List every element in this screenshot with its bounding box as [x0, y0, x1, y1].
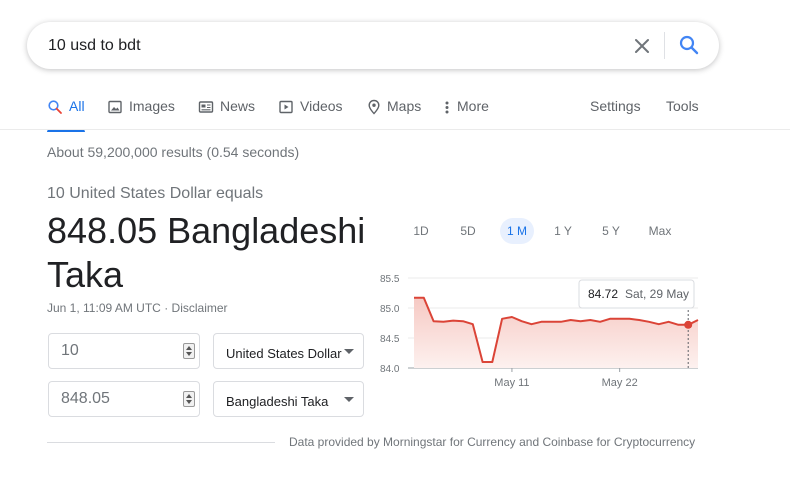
tab-label: All	[69, 98, 85, 114]
conversion-label: 10 United States Dollar equals	[47, 185, 264, 202]
chart-tooltip: 84.72 Sat, 29 May	[578, 279, 695, 309]
range-max[interactable]: Max	[644, 218, 676, 244]
y-tick-label: 85.5	[380, 274, 400, 285]
search-input[interactable]	[48, 35, 608, 57]
converted-value: 848.05 Bangladeshi Taka	[47, 210, 366, 295]
more-vert-icon	[445, 101, 449, 114]
from-amount-spinner[interactable]	[183, 343, 195, 359]
to-currency-select[interactable]: Bangladeshi Taka	[213, 381, 364, 417]
search-box[interactable]	[27, 22, 719, 69]
map-pin-icon	[368, 99, 380, 115]
y-tick-label: 84.0	[380, 364, 400, 375]
settings-label: Settings	[590, 98, 641, 114]
tooltip-value: 84.72	[588, 287, 618, 301]
from-currency-label: United States Dollar	[226, 346, 342, 361]
news-icon	[198, 101, 214, 113]
search-icon	[48, 100, 62, 114]
from-currency-select[interactable]: United States Dollar	[213, 333, 364, 369]
x-tick-label: May 11	[494, 377, 529, 389]
rate-timestamp: Jun 1, 11:09 AM UTC · Disclaimer	[47, 301, 228, 315]
range-5d[interactable]: 5D	[453, 218, 483, 244]
data-attribution: Data provided by Morningstar for Currenc…	[289, 435, 696, 449]
tab-news[interactable]: News	[198, 98, 255, 130]
close-icon	[635, 39, 649, 53]
video-icon	[279, 100, 293, 114]
to-currency-label: Bangladeshi Taka	[226, 394, 329, 409]
tab-all[interactable]: All	[47, 98, 85, 132]
y-tick-label: 85.0	[380, 304, 400, 315]
to-amount-spinner[interactable]	[183, 391, 195, 407]
search-divider	[664, 32, 665, 59]
image-icon	[108, 100, 122, 114]
to-amount-input[interactable]	[61, 389, 171, 409]
search-tabs: All Images News Videos Maps More Setting…	[0, 90, 790, 132]
search-icon	[679, 35, 699, 55]
tab-videos[interactable]: Videos	[278, 98, 343, 130]
footer-divider	[47, 442, 275, 443]
from-amount-box	[48, 333, 200, 369]
disclaimer-link[interactable]: Disclaimer	[172, 301, 228, 315]
tab-images[interactable]: Images	[107, 98, 175, 130]
tab-label: More	[457, 98, 489, 114]
timestamp-separator: ·	[164, 301, 169, 315]
range-1d[interactable]: 1D	[406, 218, 436, 244]
x-tick-label: May 22	[602, 377, 638, 389]
tabs-divider	[0, 129, 790, 130]
range-5y[interactable]: 5 Y	[596, 218, 626, 244]
y-tick-label: 84.5	[380, 334, 400, 345]
range-1m[interactable]: 1 M	[500, 218, 534, 244]
chart-hover-point	[684, 320, 693, 329]
to-amount-box	[48, 381, 200, 417]
tools-link[interactable]: Tools	[666, 98, 699, 130]
tab-label: Videos	[300, 98, 343, 114]
tab-label: Images	[129, 98, 175, 114]
tab-label: Maps	[387, 98, 422, 114]
tab-label: News	[220, 98, 256, 114]
settings-link[interactable]: Settings	[590, 98, 641, 130]
tools-label: Tools	[666, 98, 699, 114]
timestamp-text: Jun 1, 11:09 AM UTC	[47, 301, 161, 315]
result-stats: About 59,200,000 results (0.54 seconds)	[47, 144, 300, 160]
tab-more[interactable]: More	[443, 98, 489, 130]
chevron-down-icon	[344, 397, 354, 402]
tab-maps[interactable]: Maps	[367, 98, 421, 130]
range-1y[interactable]: 1 Y	[548, 218, 578, 244]
chart-range-selector: 1D 5D 1 M 1 Y 5 Y Max	[400, 218, 700, 244]
exchange-rate-chart[interactable]: 84.72 Sat, 29 May 85.5 85.0 84.5 84.0 May 11…	[372, 262, 702, 392]
from-amount-input[interactable]	[61, 341, 171, 361]
search-submit-button[interactable]	[677, 33, 701, 57]
clear-search-button[interactable]	[630, 34, 654, 58]
chevron-down-icon	[344, 349, 354, 354]
tooltip-date: Sat, 29 May	[625, 287, 689, 301]
